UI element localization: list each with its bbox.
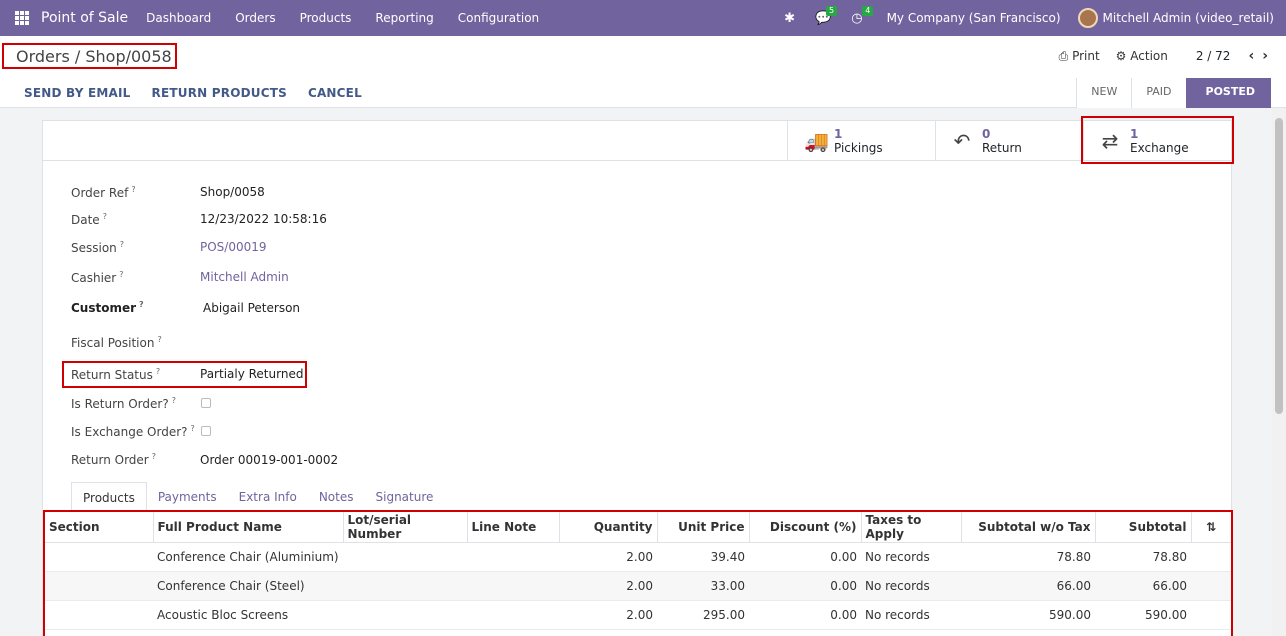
chat-badge: 5 — [826, 5, 838, 16]
print-button[interactable]: ⎙ Print — [1059, 49, 1100, 64]
truck-icon: 🚚 — [804, 129, 829, 153]
cashier-link[interactable]: Mitchell Admin — [200, 270, 289, 284]
app-name[interactable]: Point of Sale — [41, 10, 128, 26]
date-label: Date? — [71, 212, 107, 227]
menu-reporting[interactable]: Reporting — [375, 11, 433, 25]
company-switcher[interactable]: My Company (San Francisco) — [887, 11, 1061, 25]
return-products-button[interactable]: RETURN PRODUCTS — [152, 86, 287, 100]
stage-posted[interactable]: POSTED — [1185, 78, 1271, 108]
cancel-button[interactable]: CANCEL — [308, 86, 362, 100]
tab-extra-info[interactable]: Extra Info — [228, 482, 308, 512]
menu-orders[interactable]: Orders — [235, 11, 275, 25]
top-navbar: Point of Sale Dashboard Orders Products … — [0, 0, 1286, 36]
return-status-highlight-box — [62, 361, 307, 388]
is-return-order-label: Is Return Order?? — [71, 396, 176, 411]
customer-label: Customer? — [71, 300, 144, 315]
menu-configuration[interactable]: Configuration — [458, 11, 539, 25]
action-button[interactable]: ⚙ Action — [1116, 49, 1168, 63]
scrollbar-thumb[interactable] — [1275, 118, 1283, 414]
menu-products[interactable]: Products — [300, 11, 352, 25]
status-bar: NEW PAID POSTED — [1076, 78, 1271, 108]
user-menu[interactable]: Mitchell Admin (video_retail) — [1103, 11, 1274, 25]
notebook-tabs: Products Payments Extra Info Notes Signa… — [71, 482, 444, 512]
tab-notes[interactable]: Notes — [308, 482, 365, 512]
pager-area: ⎙ Print ⚙ Action 2 / 72 ‹ › — [1059, 48, 1268, 64]
tab-products[interactable]: Products — [71, 482, 147, 512]
pager-value[interactable]: 2 / 72 — [1196, 49, 1231, 63]
is-exchange-order-label: Is Exchange Order?? — [71, 424, 195, 439]
order-ref-value: Shop/0058 — [200, 185, 265, 199]
page-scrollbar[interactable] — [1272, 108, 1286, 636]
is-exchange-order-checkbox[interactable] — [201, 426, 211, 436]
send-by-email-button[interactable]: SEND BY EMAIL — [24, 86, 131, 100]
exchange-highlight-box — [1081, 116, 1234, 164]
user-avatar[interactable] — [1077, 8, 1098, 28]
session-link[interactable]: POS/00019 — [200, 240, 267, 254]
chat-icon[interactable]: 💬 5 — [815, 5, 838, 26]
date-value: 12/23/2022 10:58:16 — [200, 212, 327, 226]
control-panel: Orders / Shop/0058 ⎙ Print ⚙ Action 2 / … — [0, 36, 1286, 108]
return-order-label: Return Order? — [71, 452, 156, 467]
is-return-order-checkbox[interactable] — [201, 398, 211, 408]
print-icon: ⎙ — [1058, 48, 1069, 63]
return-order-value: Order 00019-001-0002 — [200, 453, 339, 467]
stage-paid[interactable]: PAID — [1131, 78, 1186, 108]
activity-clock-icon[interactable]: ◷ 4 — [851, 5, 874, 26]
debug-bug-icon[interactable]: ✱ — [784, 11, 795, 26]
cashier-label: Cashier? — [71, 270, 124, 285]
breadcrumb[interactable]: Orders / Shop/0058 — [2, 43, 177, 69]
reply-icon: ↶ — [953, 129, 971, 153]
order-ref-label: Order Ref? — [71, 185, 136, 200]
fiscal-position-label: Fiscal Position? — [71, 335, 162, 350]
table-highlight-box — [43, 510, 1233, 636]
apps-grid-icon[interactable] — [15, 11, 29, 25]
stage-new[interactable]: NEW — [1076, 78, 1132, 108]
activity-badge: 4 — [862, 5, 874, 16]
header-divider — [43, 160, 1231, 161]
menu-dashboard[interactable]: Dashboard — [146, 11, 211, 25]
pager-next-icon[interactable]: › — [1262, 48, 1268, 64]
customer-value[interactable]: Abigail Peterson — [203, 301, 300, 315]
session-label: Session? — [71, 240, 125, 255]
pickings-smart-button[interactable]: 🚚 1 Pickings — [787, 121, 935, 161]
pager-previous-icon[interactable]: ‹ — [1248, 48, 1254, 64]
header-actions: SEND BY EMAIL RETURN PRODUCTS CANCEL — [24, 86, 383, 100]
tab-signature[interactable]: Signature — [365, 482, 445, 512]
tab-payments[interactable]: Payments — [147, 482, 228, 512]
gear-icon: ⚙ — [1115, 49, 1127, 63]
return-smart-button[interactable]: ↶ 0 Return — [935, 121, 1083, 161]
